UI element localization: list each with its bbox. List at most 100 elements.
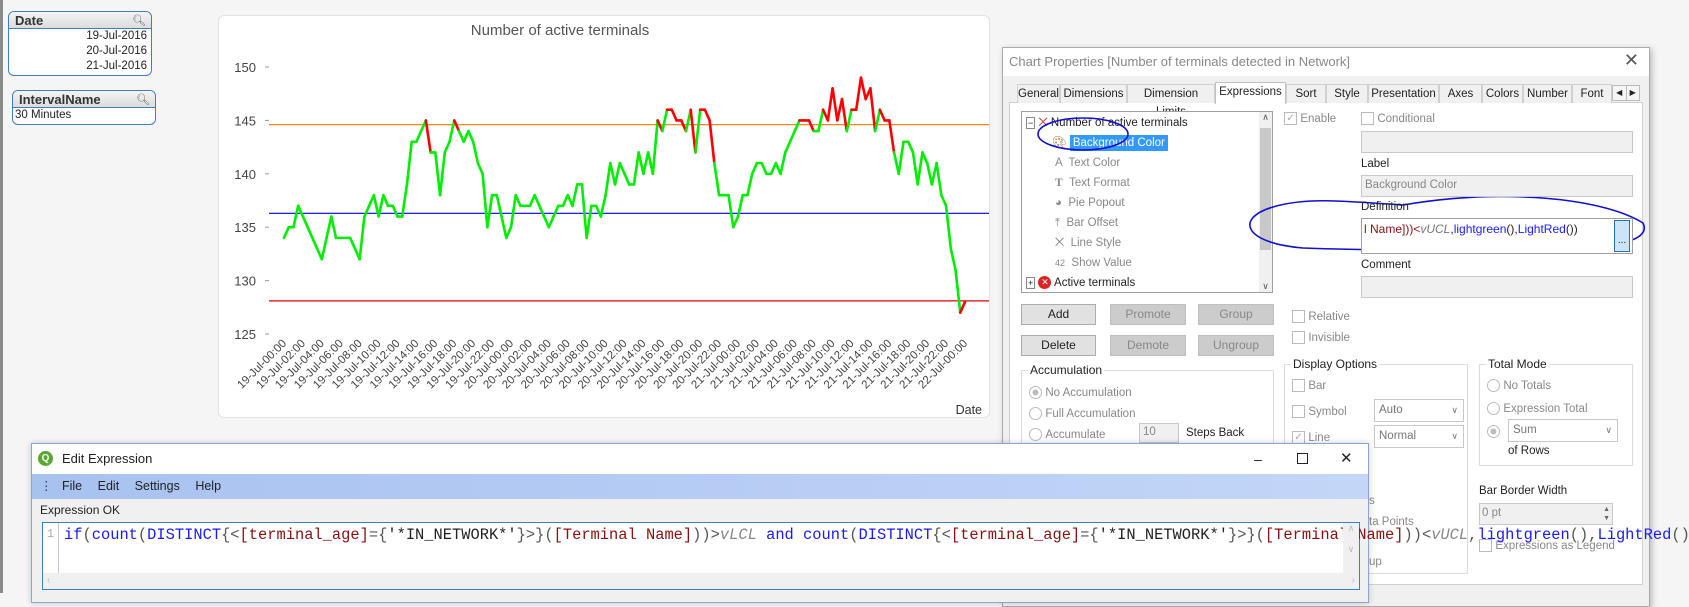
line-segment	[897, 140, 905, 176]
line-segment	[940, 193, 948, 208]
menu-file[interactable]: File	[62, 479, 82, 493]
line-segment	[552, 204, 560, 218]
listbox-item[interactable]: 21-Jul-2016	[9, 59, 151, 74]
close-icon[interactable]: ✕	[1340, 444, 1353, 474]
line-segment	[783, 140, 792, 154]
scroll-right-icon[interactable]: ›	[1352, 573, 1355, 589]
definition-input[interactable]: l Name]))<vUCL,lightgreen(),LightRed())	[1361, 218, 1633, 254]
relative-checkbox[interactable]: Relative	[1292, 309, 1350, 324]
window-title: Edit Expression	[62, 451, 153, 466]
line-segment	[282, 225, 291, 240]
expression-token: {<	[221, 526, 240, 544]
line-segment	[320, 236, 328, 261]
symbol-checkbox[interactable]: Symbol	[1292, 404, 1347, 419]
sum-radio[interactable]	[1487, 424, 1500, 439]
listbox-item[interactable]: 30 Minutes	[13, 108, 155, 123]
expression-total-radio[interactable]: Expression Total	[1487, 401, 1588, 416]
line-segment	[471, 140, 480, 165]
listbox-item[interactable]: 19-Jul-2016	[9, 29, 151, 44]
full-accumulation-radio[interactable]: Full Accumulation	[1029, 406, 1136, 421]
add-button[interactable]: Add	[1021, 304, 1096, 325]
line-segment	[363, 204, 371, 218]
label-caption: Label	[1361, 158, 1390, 170]
listbox-item[interactable]: 20-Jul-2016	[9, 44, 151, 59]
line-segment	[817, 108, 825, 133]
line-segment	[661, 108, 669, 133]
line-chart[interactable]: Number of active terminals 125 130 135 140 1…	[218, 15, 990, 418]
invisible-checkbox[interactable]: Invisible	[1292, 330, 1350, 345]
line-segment	[292, 204, 300, 229]
chevron-down-icon: ∨	[1451, 405, 1458, 415]
line-style-dropdown[interactable]: Normal ∨	[1374, 425, 1464, 448]
aggregation-dropdown[interactable]: Sum ∨	[1508, 419, 1618, 442]
expression-token: if	[64, 526, 83, 544]
menu-edit[interactable]: Edit	[98, 479, 120, 493]
expression-text[interactable]: if(count(DISTINCT{<[terminal_age]={'*IN_…	[64, 526, 1689, 544]
line-segment	[618, 161, 626, 176]
line-segment	[807, 119, 815, 133]
intervalname-listbox[interactable]: IntervalName 🔍︎ 30 Minutes	[12, 90, 156, 125]
chart-svg: Number of active terminals 125 130 135 140 1…	[234, 22, 989, 417]
scroll-left-icon[interactable]: ‹	[47, 575, 50, 586]
expression-editor[interactable]: 1 if(count(DISTINCT{<[terminal_age]={'*I…	[42, 522, 1689, 590]
conditional-checkbox[interactable]: Conditional	[1361, 111, 1435, 126]
bar-checkbox[interactable]: Bar	[1292, 378, 1326, 393]
expression-token: '*IN_NETWORK*'	[1098, 526, 1228, 544]
spinner-icon[interactable]: ▲ ▼	[1603, 505, 1610, 523]
conditional-label: Conditional	[1377, 113, 1435, 125]
line-segment	[325, 215, 333, 240]
delete-button[interactable]: Delete	[1021, 335, 1096, 356]
no-totals-radio[interactable]: No Totals	[1487, 378, 1552, 393]
window-border	[0, 0, 3, 593]
steps-back-stepper[interactable]: 10	[1139, 423, 1179, 443]
vertical-scrollbar[interactable]: ∧ ∨	[1343, 523, 1359, 573]
enable-label: Enable	[1300, 113, 1337, 125]
expression-token: (	[82, 526, 92, 544]
enable-checkbox[interactable]: ✓ Enable	[1284, 111, 1337, 126]
label-input[interactable]: Background Color	[1361, 175, 1633, 197]
line-segment	[585, 204, 593, 240]
line-segment	[642, 151, 650, 176]
group-button[interactable]: Group	[1198, 304, 1274, 325]
date-listbox[interactable]: Date 🔍︎ 19-Jul-2016 20-Jul-2016 21-Jul-20…	[8, 11, 152, 76]
line-segment	[509, 193, 518, 229]
menu-settings[interactable]: Settings	[135, 479, 180, 493]
menu-help[interactable]: Help	[195, 479, 221, 493]
line-segment	[859, 76, 867, 101]
line-segment	[670, 108, 678, 122]
maximize-icon[interactable]	[1297, 453, 1308, 464]
line-segment	[708, 119, 716, 165]
line-segment	[944, 204, 953, 250]
y-tick-label: 140	[234, 167, 256, 182]
group-title: Display Options	[1291, 357, 1380, 371]
radio-label: Expression Total	[1503, 403, 1588, 415]
line-segment	[329, 215, 338, 240]
minimize-icon[interactable]: –	[1254, 444, 1262, 474]
horizontal-scrollbar[interactable]: ‹ ›	[43, 573, 1359, 589]
no-accumulation-radio[interactable]: No Accumulation	[1029, 385, 1132, 400]
demote-button[interactable]: Demote	[1110, 335, 1186, 356]
radio-label: No Totals	[1503, 380, 1552, 392]
expression-token: {<	[932, 526, 951, 544]
comment-input[interactable]	[1361, 276, 1633, 298]
expression-token: ,	[1468, 526, 1478, 544]
definition-edit-button[interactable]: ...	[1614, 220, 1630, 252]
line-segment	[746, 172, 754, 197]
search-icon[interactable]: 🔍︎	[132, 13, 146, 30]
line-segment	[921, 151, 929, 165]
chart-title: Number of active terminals	[471, 22, 649, 39]
symbol-dropdown[interactable]: Auto ∨	[1374, 399, 1464, 422]
radio-label: Full Accumulation	[1045, 408, 1136, 420]
hand-drawn-annotations	[1037, 117, 1646, 251]
checkbox-label: Symbol	[1308, 406, 1347, 418]
expression-token: count	[91, 526, 138, 544]
bar-border-width-input[interactable]: 0 pt ▲ ▼	[1479, 503, 1613, 525]
line-segment	[916, 151, 924, 186]
line-segment	[405, 140, 413, 186]
line-segment	[348, 236, 357, 250]
promote-button[interactable]: Promote	[1110, 304, 1186, 325]
ungroup-button[interactable]: Ungroup	[1198, 335, 1274, 356]
search-icon[interactable]: 🔍︎	[136, 92, 150, 109]
conditional-input[interactable]	[1361, 131, 1633, 153]
accumulate-radio[interactable]: Accumulate	[1029, 427, 1105, 442]
